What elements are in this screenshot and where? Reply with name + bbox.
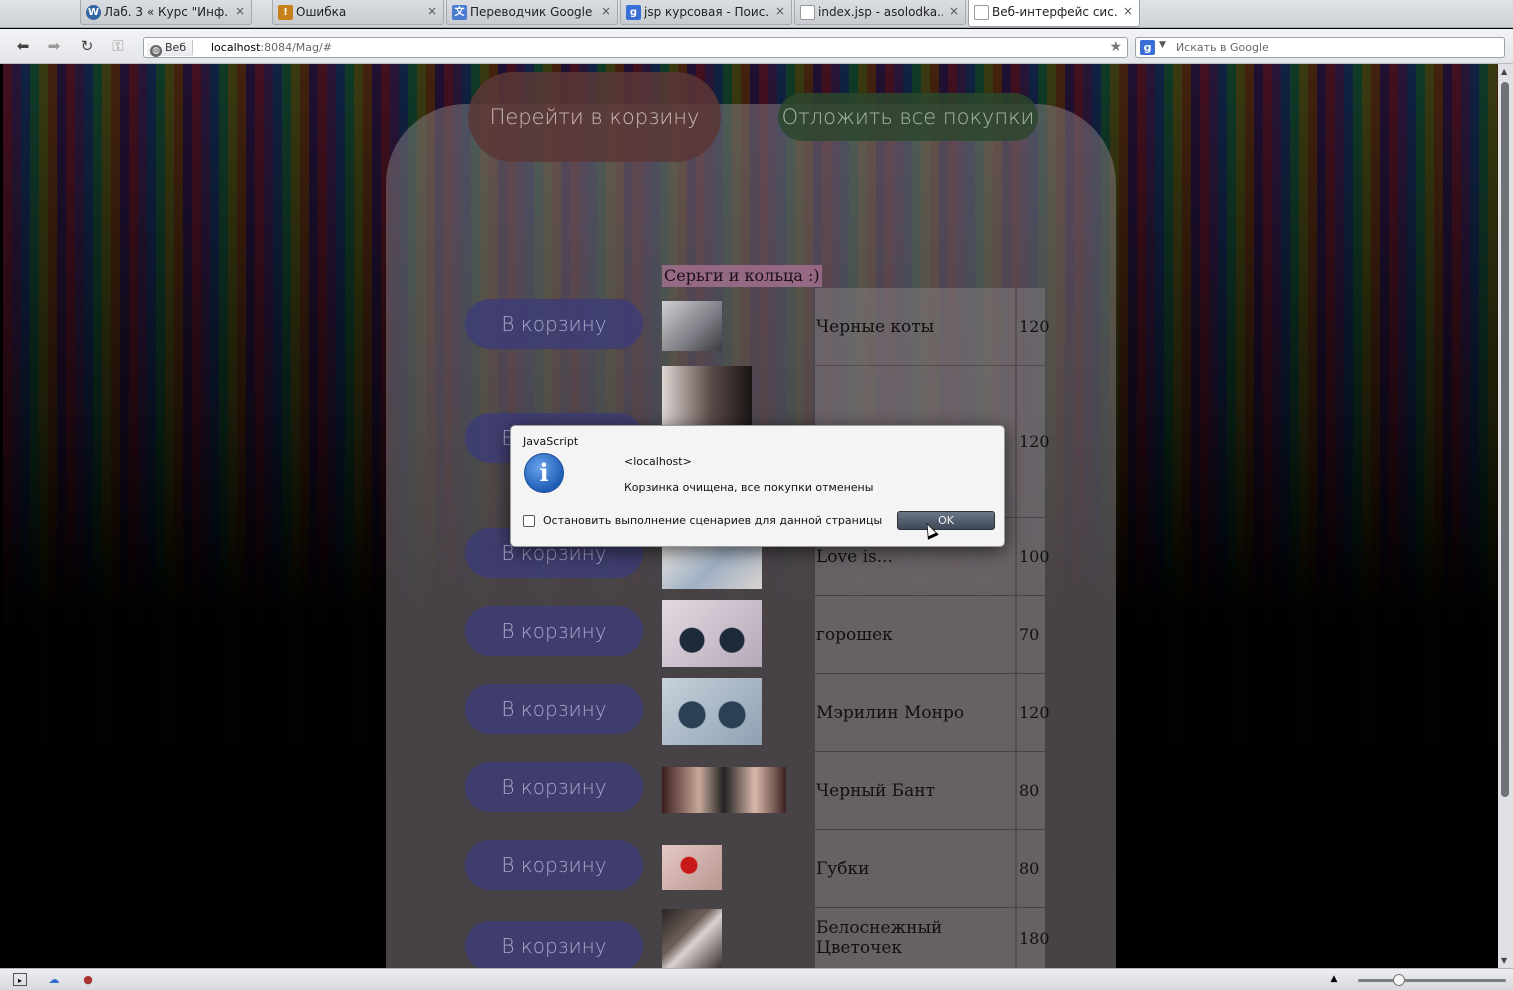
forward-button[interactable]: ➡ [43,36,65,56]
add-to-cart-button[interactable]: В корзину [465,762,643,812]
page-icon [974,5,989,20]
product-price: 120 [1015,674,1050,751]
reload-button[interactable]: ↻ [76,36,98,56]
info-icon: i [524,453,564,493]
google-icon: g [626,5,641,20]
tab-label: Переводчик Google [470,5,593,19]
product-name: Белоснежный Цветочек [815,908,1015,968]
add-to-cart-button[interactable]: В корзину [465,684,643,734]
error-page-icon: ! [278,5,293,20]
tab-label: index.jsp - asolodka... [818,5,943,19]
document-icon [800,5,815,20]
close-icon[interactable]: × [949,4,959,18]
product-price: 120 [1015,366,1050,517]
go-to-cart-button[interactable]: Перейти в корзину [468,72,721,162]
close-icon[interactable]: × [427,4,437,18]
product-image[interactable] [662,366,752,426]
product-name: горошек [815,596,1015,673]
close-icon[interactable]: × [235,4,245,18]
address-field[interactable]: ◍ Веб localhost:8084/Mag/# ★ [143,37,1128,58]
scroll-down-icon[interactable]: ▼ [1501,956,1507,965]
dialog-title: JavaScript [523,435,579,448]
close-icon[interactable]: × [601,4,611,18]
tab-google-translate[interactable]: 文 Переводчик Google × [446,0,618,25]
add-to-cart-button[interactable]: В корзину [465,299,643,349]
tab-label: Веб-интерфейс сис... [992,5,1117,19]
url-text[interactable]: localhost:8084/Mag/# [211,41,332,54]
tab-google-search[interactable]: g jsp курсовая - Поис... × [620,0,792,25]
product-name: Черный Бант [815,752,1015,829]
product-price: 180 [1015,908,1050,968]
close-icon[interactable]: × [1123,4,1133,18]
product-name: Мэрилин Монро [815,674,1015,751]
product-price: 80 [1015,752,1045,829]
cloud-icon[interactable]: ☁ [47,973,61,986]
panel-toggle-icon[interactable]: ▸ [13,973,27,986]
chevron-down-icon[interactable]: ▼ [1159,40,1166,50]
tab-strip: W Лаб. 3 « Курс "Инф... × ! Ошибка × 文 П… [0,0,1513,28]
url-path: :8084/Mag/# [260,41,332,54]
tab-label: Ошибка [296,5,347,19]
status-bar: ▸ ☁ ● ▲ [0,968,1513,990]
scrollbar-thumb[interactable] [1501,82,1509,797]
close-icon[interactable]: × [775,4,785,18]
product-image[interactable] [662,845,722,890]
stop-scripts-label[interactable]: Остановить выполнение сценариев для данн… [543,514,882,527]
product-image[interactable] [662,600,762,667]
back-button[interactable]: ⬅ [12,36,34,56]
tab-index-jsp[interactable]: index.jsp - asolodka... × [794,0,966,25]
add-to-cart-button[interactable]: В корзину [465,606,643,656]
search-field[interactable]: g ▼ Искать в Google [1135,37,1505,58]
url-host: localhost [211,41,261,54]
dialog-host: <localhost> [624,455,692,468]
unite-icon[interactable]: ● [81,973,95,986]
product-image[interactable] [662,767,786,813]
scroll-up-icon[interactable]: ▲ [1501,67,1507,76]
navigation-bar: ⬅ ➡ ↻ ⚿ ◍ Веб localhost:8084/Mag/# ★ g ▼ … [0,29,1513,64]
chevron-up-icon[interactable]: ▲ [1327,973,1341,986]
product-image[interactable] [662,545,762,589]
stop-scripts-checkbox[interactable] [523,515,535,527]
site-info-button[interactable]: ◍ Веб [147,39,194,57]
search-placeholder: Искать в Google [1176,41,1269,54]
bookmark-star-icon[interactable]: ★ [1109,39,1122,55]
tab-web-interface[interactable]: Веб-интерфейс сис... × [968,0,1140,27]
tab-label: Лаб. 3 « Курс "Инф... [104,5,229,19]
add-to-cart-button[interactable]: В корзину [465,840,643,890]
product-price: 120 [1015,288,1050,365]
wand-key-icon[interactable]: ⚿ [107,36,129,56]
wordpress-icon: W [86,5,101,20]
section-title: Серьги и кольца :) [662,265,822,287]
add-to-cart-button[interactable]: В корзину [465,921,643,971]
tab-lab3[interactable]: W Лаб. 3 « Курс "Инф... × [80,0,252,25]
product-name: Черные коты [815,288,1015,365]
defer-purchases-button[interactable]: Отложить все покупки [778,93,1038,141]
zoom-slider[interactable] [1358,979,1506,982]
product-price: 100 [1015,518,1050,595]
zoom-slider-knob[interactable] [1393,974,1405,986]
google-search-icon[interactable]: g [1140,40,1155,55]
ok-button[interactable]: OK [897,511,995,530]
product-image[interactable] [662,909,722,968]
translate-icon: 文 [452,5,467,20]
vertical-scrollbar[interactable]: ▲ ▼ [1498,64,1513,968]
web-label: Веб [165,41,187,54]
tab-label: jsp курсовая - Поис... [644,5,769,19]
tab-error[interactable]: ! Ошибка × [272,0,444,25]
product-image[interactable] [662,678,762,745]
globe-icon: ◍ [150,45,162,57]
product-price: 70 [1015,596,1045,673]
dialog-message: Корзинка очищена, все покупки отменены [624,481,874,494]
product-image[interactable] [662,301,722,351]
product-price: 80 [1015,830,1045,907]
product-name: Губки [815,830,1015,907]
